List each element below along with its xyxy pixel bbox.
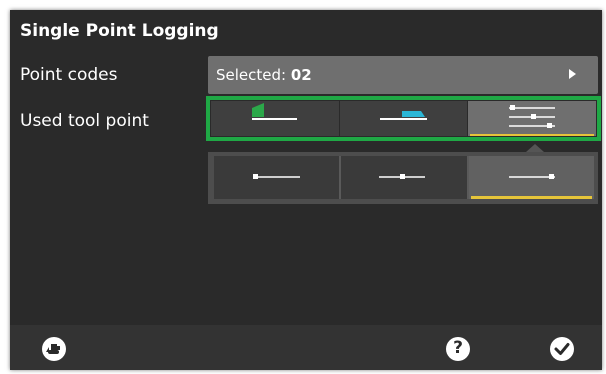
- machine-icon: [46, 344, 60, 354]
- point-left-button[interactable]: [214, 156, 342, 199]
- select-prefix: Selected:: [216, 66, 291, 84]
- point-codes-select-text: Selected: 02: [216, 66, 312, 84]
- confirm-button[interactable]: [550, 337, 574, 361]
- point-left-icon: [253, 174, 300, 179]
- bottom-toolbar: ?: [10, 325, 602, 370]
- point-center-icon: [379, 174, 426, 179]
- blade-edge-center-icon: [379, 111, 427, 120]
- chevron-right-icon: [569, 69, 576, 79]
- point-codes-label: Point codes: [20, 65, 118, 85]
- tool-point-segmented-control: [206, 96, 601, 141]
- point-right-icon: [508, 174, 555, 179]
- point-center-button[interactable]: [341, 156, 469, 199]
- tool-point-custom-button[interactable]: [468, 101, 597, 136]
- help-icon: ?: [453, 338, 463, 358]
- point-codes-select[interactable]: Selected: 02: [208, 56, 598, 94]
- help-button[interactable]: ?: [446, 337, 470, 361]
- point-position-submenu: [208, 152, 598, 204]
- tool-point-center-blade-button[interactable]: [339, 101, 469, 136]
- used-tool-point-label: Used tool point: [20, 111, 149, 131]
- blade-edge-left-icon: [252, 103, 297, 120]
- single-point-logging-dialog: Single Point Logging Point codes Selecte…: [10, 10, 602, 370]
- tool-point-left-blade-button[interactable]: [211, 101, 340, 136]
- custom-points-list-icon: [509, 105, 556, 128]
- submenu-caret: [526, 144, 544, 152]
- machine-button[interactable]: [42, 337, 66, 361]
- select-value: 02: [290, 66, 312, 84]
- checkmark-icon: [554, 343, 570, 355]
- point-right-button[interactable]: [468, 156, 594, 199]
- dialog-title: Single Point Logging: [20, 21, 219, 41]
